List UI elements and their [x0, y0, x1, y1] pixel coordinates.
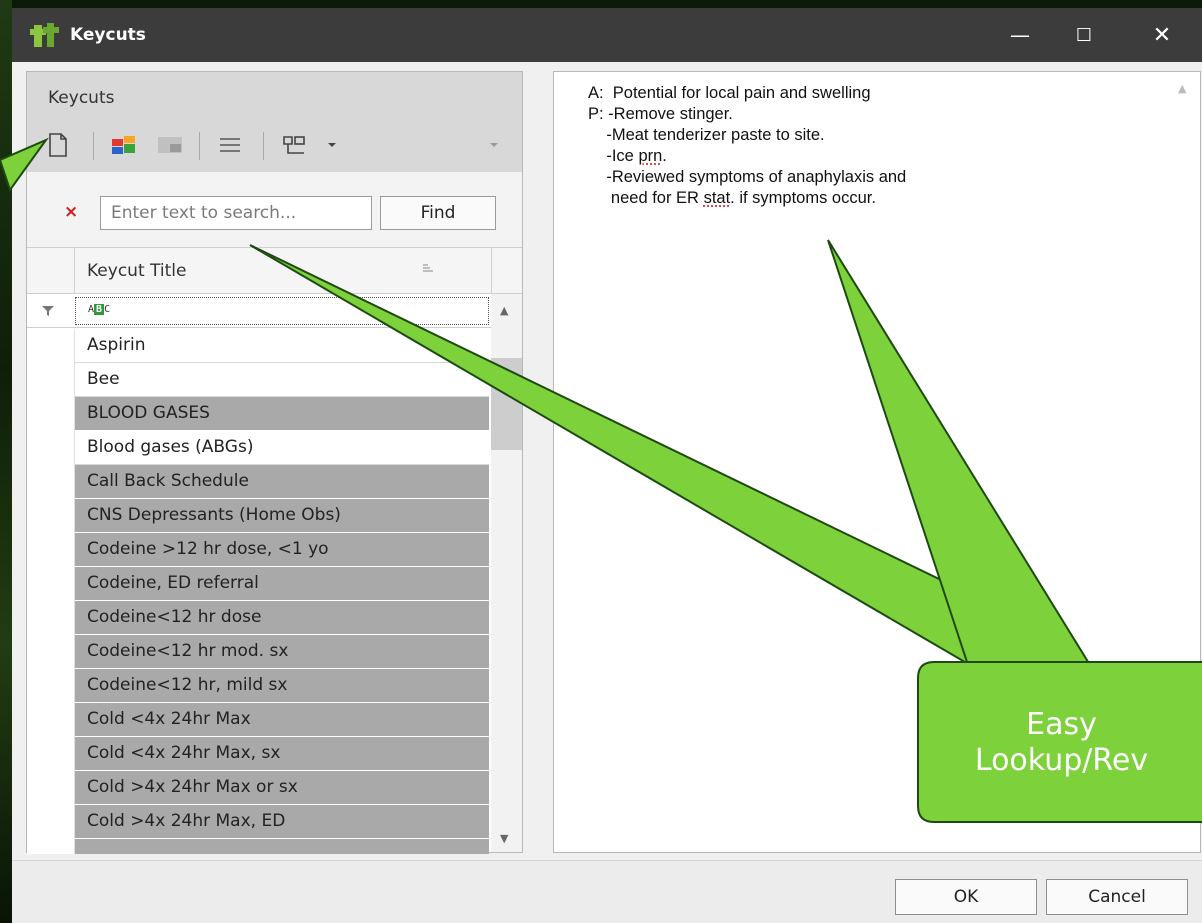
keycuts-dialog: Keycuts — ☐ ✕ Keycuts × Enter text to se… [12, 8, 1202, 923]
list-item[interactable]: Call Back Schedule [75, 465, 489, 499]
column-header-keycut-title[interactable]: Keycut Title [87, 261, 186, 281]
title-filter-field[interactable]: ABC [75, 297, 489, 325]
toolbar-separator [263, 132, 264, 160]
list-item[interactable]: Aspirin [75, 329, 489, 363]
keycut-list: Aspirin Bee BLOOD GASES Blood gases (ABG… [27, 329, 489, 854]
close-button[interactable]: ✕ [1130, 8, 1194, 62]
callout-label: Easy Lookup/Rev [921, 707, 1202, 779]
note-line: A: Potential for local pain and swelling [588, 84, 871, 102]
note-line: need for ER stat. if symptoms occur. [588, 189, 876, 207]
scrollbar-thumb[interactable] [491, 358, 522, 450]
scroll-up-icon[interactable]: ▲ [1178, 82, 1186, 95]
toolbar-separator [93, 132, 94, 160]
ribbon-toolbar [41, 128, 511, 162]
list-item[interactable]: BLOOD GASES [75, 397, 489, 431]
list-item[interactable] [75, 839, 489, 854]
filter-row: ABC [27, 294, 522, 328]
scroll-down-icon[interactable]: ▼ [500, 832, 508, 845]
search-bar: × Find [27, 172, 522, 248]
sort-icon[interactable] [422, 262, 434, 276]
list-item[interactable]: Bee [75, 363, 489, 397]
window-title: Keycuts [70, 25, 146, 45]
dialog-footer: OK Cancel [12, 860, 1202, 923]
chevron-down-icon[interactable] [477, 128, 511, 162]
maximize-button[interactable]: ☐ [1052, 8, 1116, 62]
grid-header: Keycut Title [27, 248, 522, 294]
view-options-icon[interactable] [277, 128, 311, 162]
find-button[interactable]: Find [380, 196, 496, 230]
app-logo-icon [30, 21, 62, 49]
scroll-up-icon[interactable]: ▲ [500, 304, 508, 317]
text-filter-icon: ABC [88, 304, 111, 315]
keycuts-list-panel: Keycuts × Enter text to search... Find K… [26, 71, 523, 854]
list-item[interactable]: Cold >4x 24hr Max, ED [75, 805, 489, 839]
search-input[interactable] [100, 196, 372, 230]
ribbon: Keycuts [27, 72, 522, 172]
list-item[interactable]: Blood gases (ABGs) [75, 431, 489, 465]
filter-icon[interactable] [41, 302, 55, 321]
cancel-button[interactable]: Cancel [1046, 879, 1188, 915]
title-bar: Keycuts — ☐ ✕ [12, 8, 1202, 62]
note-line: P: -Remove stinger. [588, 105, 733, 123]
list-item[interactable]: CNS Depressants (Home Obs) [75, 499, 489, 533]
list-item[interactable]: Cold <4x 24hr Max, sx [75, 737, 489, 771]
toolbar-separator [199, 132, 200, 160]
color-categories-icon[interactable] [107, 128, 141, 162]
note-line: -Ice prn. [588, 147, 667, 165]
chevron-down-icon[interactable] [315, 128, 349, 162]
list-item[interactable]: Codeine<12 hr mod. sx [75, 635, 489, 669]
list-scrollbar[interactable]: ▲ ▼ [491, 294, 522, 852]
keycut-content[interactable]: A: Potential for local pain and swelling… [588, 83, 1148, 209]
note-line: -Reviewed symptoms of anaphylaxis and [588, 168, 907, 186]
layout-icon[interactable] [153, 128, 187, 162]
list-item[interactable]: Cold <4x 24hr Max [75, 703, 489, 737]
minimize-button[interactable]: — [988, 8, 1052, 62]
list-icon[interactable] [213, 128, 247, 162]
note-line: -Meat tenderizer paste to site. [588, 126, 825, 144]
new-document-icon[interactable] [41, 128, 75, 162]
desktop-background [0, 0, 12, 923]
callout-line: Lookup/Rev [974, 743, 1149, 778]
grid-corner-cell [27, 248, 75, 294]
list-item[interactable]: Codeine >12 hr dose, <1 yo [75, 533, 489, 567]
row-indicator-gutter [27, 329, 75, 854]
ribbon-title: Keycuts [48, 88, 115, 108]
ok-button[interactable]: OK [895, 879, 1037, 915]
list-item[interactable]: Cold >4x 24hr Max or sx [75, 771, 489, 805]
clear-search-icon[interactable]: × [64, 202, 78, 222]
callout-line: Easy [1026, 707, 1097, 742]
list-item[interactable]: Codeine, ED referral [75, 567, 489, 601]
list-item[interactable]: Codeine<12 hr dose [75, 601, 489, 635]
grid-header-spacer [491, 248, 522, 294]
list-item[interactable]: Codeine<12 hr, mild sx [75, 669, 489, 703]
